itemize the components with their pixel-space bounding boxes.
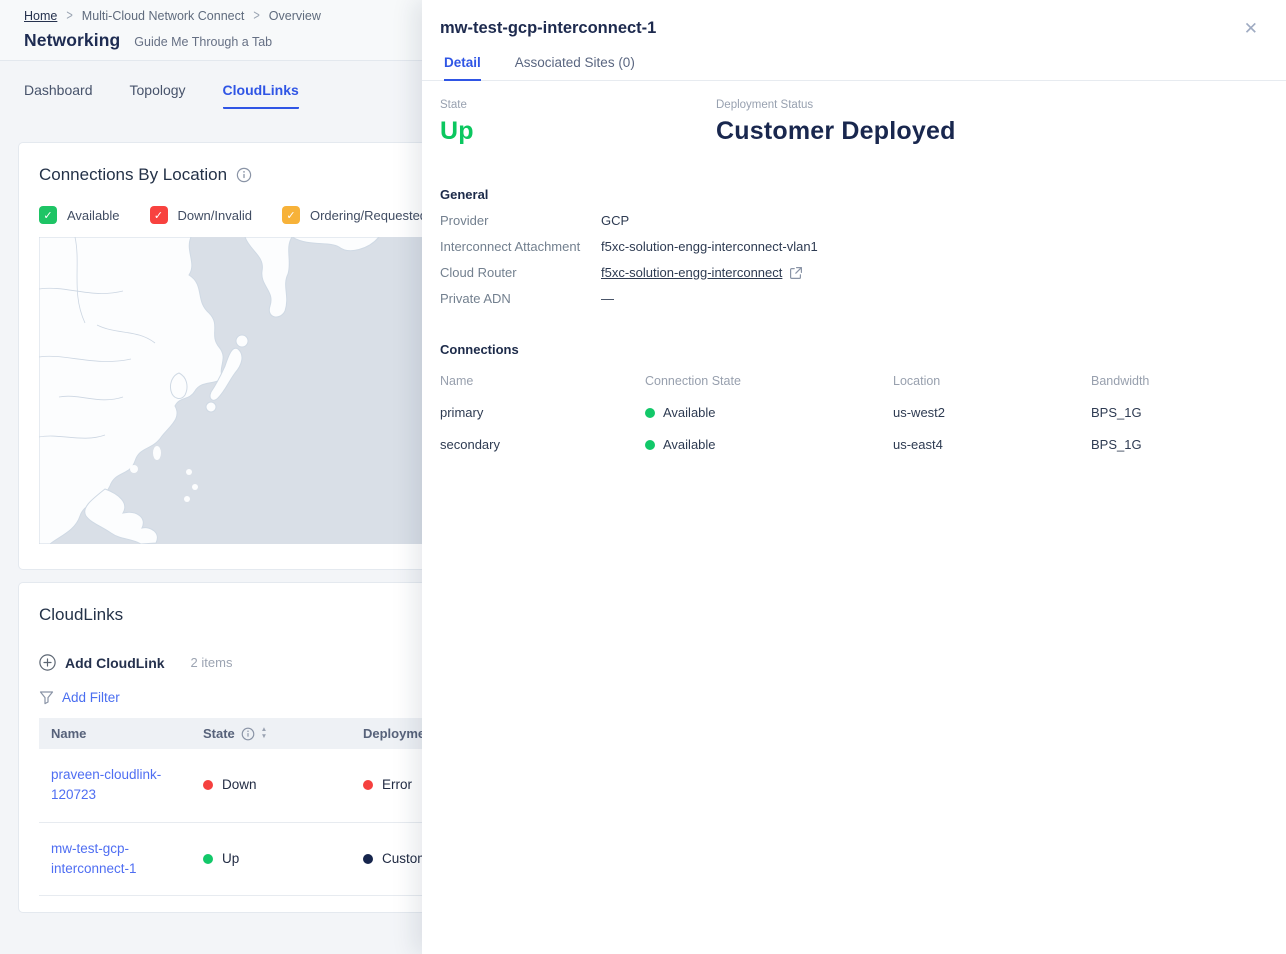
interconnect-attachment-label: Interconnect Attachment	[440, 239, 601, 254]
state-value: Up	[440, 117, 716, 146]
conn-name: primary	[440, 405, 645, 420]
cloud-router-label: Cloud Router	[440, 265, 601, 280]
items-count: 2 items	[191, 655, 233, 670]
drawer-title: mw-test-gcp-interconnect-1	[440, 19, 1258, 38]
conn-name: secondary	[440, 437, 645, 452]
plus-circle-icon	[39, 654, 56, 671]
ordering-checkbox[interactable]: ✓	[282, 206, 300, 224]
connections-header-row: Name Connection State Location Bandwidth	[440, 374, 1268, 388]
connection-row: primary Available us-west2 BPS_1G	[440, 405, 1268, 420]
conn-col-state: Connection State	[645, 374, 893, 388]
available-checkbox[interactable]: ✓	[39, 206, 57, 224]
tab-detail[interactable]: Detail	[444, 55, 481, 81]
add-cloudlink-button[interactable]: Add CloudLink	[39, 654, 165, 671]
conn-col-location: Location	[893, 374, 1091, 388]
chevron-right-icon: >	[253, 8, 259, 24]
conn-col-bandwidth: Bandwidth	[1091, 374, 1268, 388]
info-icon[interactable]	[241, 727, 255, 741]
conn-state-dot	[645, 440, 655, 450]
legend-label-available: Available	[67, 208, 120, 223]
state-label: Down	[222, 775, 257, 795]
general-heading: General	[440, 187, 1268, 202]
deployment-label: Error	[382, 775, 412, 795]
breadcrumb-section[interactable]: Multi-Cloud Network Connect	[82, 9, 245, 23]
cloud-router-link[interactable]: f5xc-solution-engg-interconnect	[601, 265, 782, 280]
cloudlink-detail-drawer: mw-test-gcp-interconnect-1 ✕ Detail Asso…	[422, 0, 1286, 954]
interconnect-attachment-value: f5xc-solution-engg-interconnect-vlan1	[601, 239, 818, 254]
breadcrumb-current: Overview	[269, 9, 321, 23]
private-adn-value: —	[601, 291, 614, 306]
tab-dashboard[interactable]: Dashboard	[24, 82, 93, 109]
legend-item-available: ✓ Available	[39, 206, 120, 224]
connection-row: secondary Available us-east4 BPS_1G	[440, 437, 1268, 452]
guide-me-label[interactable]: Guide Me Through a Tab	[134, 35, 272, 49]
column-header-name[interactable]: Name	[39, 718, 191, 749]
close-icon[interactable]: ✕	[1244, 20, 1258, 37]
deployment-dot	[363, 854, 373, 864]
provider-label: Provider	[440, 213, 601, 228]
cloudlink-link[interactable]: praveen-cloudlink-120723	[51, 767, 161, 802]
add-filter-label: Add Filter	[62, 690, 120, 705]
state-label: State	[440, 99, 716, 111]
private-adn-label: Private ADN	[440, 291, 601, 306]
state-status: State Up	[440, 99, 716, 146]
breadcrumb-home[interactable]: Home	[24, 9, 57, 23]
tab-associated-sites[interactable]: Associated Sites (0)	[515, 55, 635, 81]
info-icon[interactable]	[236, 167, 252, 183]
deployment-status-value: Customer Deployed	[716, 117, 956, 146]
conn-state-dot	[645, 408, 655, 418]
legend-label-down-invalid: Down/Invalid	[178, 208, 252, 223]
sort-icon[interactable]: ▲▼	[261, 727, 267, 741]
connections-heading: Connections	[440, 342, 1268, 357]
filter-funnel-icon	[39, 690, 54, 705]
state-label: Up	[222, 849, 239, 869]
tab-topology[interactable]: Topology	[130, 82, 186, 109]
deployment-status: Deployment Status Customer Deployed	[716, 99, 956, 146]
conn-state-label: Available	[663, 437, 716, 452]
legend-item-down-invalid: ✓ Down/Invalid	[150, 206, 252, 224]
connections-section: Connections Name Connection State Locati…	[440, 342, 1268, 452]
state-dot	[203, 780, 213, 790]
chevron-right-icon: >	[66, 8, 72, 24]
tab-cloudlinks[interactable]: CloudLinks	[223, 82, 299, 109]
conn-location: us-west2	[893, 405, 1091, 420]
deployment-dot	[363, 780, 373, 790]
deployment-status-label: Deployment Status	[716, 99, 956, 111]
down-invalid-checkbox[interactable]: ✓	[150, 206, 168, 224]
conn-bandwidth: BPS_1G	[1091, 405, 1268, 420]
conn-location: us-east4	[893, 437, 1091, 452]
provider-value: GCP	[601, 213, 629, 228]
conn-col-name: Name	[440, 374, 645, 388]
drawer-tabs: Detail Associated Sites (0)	[422, 55, 1286, 81]
general-section: General Provider GCP Interconnect Attach…	[440, 187, 1268, 306]
external-link-icon[interactable]	[789, 266, 803, 280]
connections-card-title: Connections By Location	[39, 165, 227, 185]
add-cloudlink-label: Add CloudLink	[65, 655, 165, 671]
column-header-state[interactable]: State ▲▼	[191, 718, 351, 749]
page-title: Networking	[24, 30, 120, 51]
conn-state-label: Available	[663, 405, 716, 420]
cloudlink-link[interactable]: mw-test-gcp-interconnect-1	[51, 841, 137, 876]
state-dot	[203, 854, 213, 864]
conn-bandwidth: BPS_1G	[1091, 437, 1268, 452]
